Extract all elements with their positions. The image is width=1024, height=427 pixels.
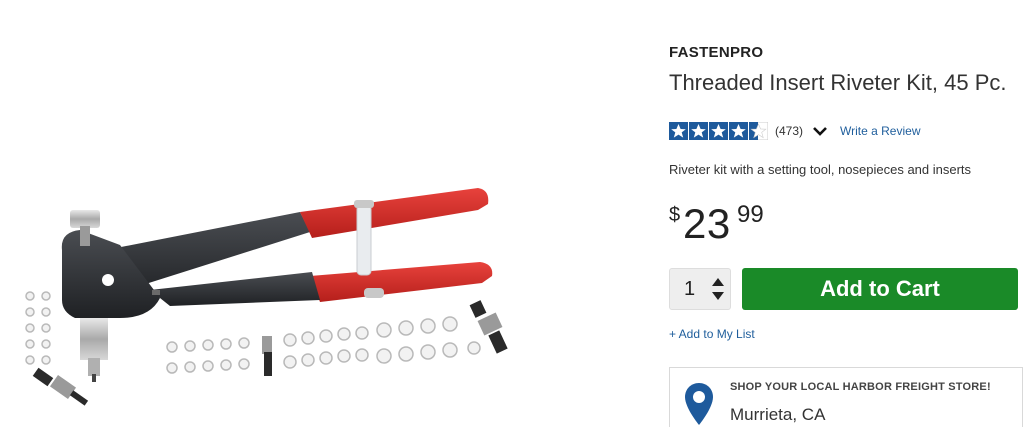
price-dollars: 23 xyxy=(683,200,731,247)
chevron-down-icon[interactable] xyxy=(812,125,828,137)
store-city[interactable]: Murrieta, CA xyxy=(730,405,825,425)
quantity-value[interactable]: 1 xyxy=(684,278,695,301)
rating-row: (473) Write a Review xyxy=(669,121,920,141)
write-review-link[interactable]: Write a Review xyxy=(840,124,920,138)
decrement-icon[interactable] xyxy=(712,292,724,300)
star-full-icon xyxy=(669,122,688,140)
price-cents: 99 xyxy=(737,201,764,228)
price-currency: $ xyxy=(669,204,681,226)
star-full-icon xyxy=(729,122,748,140)
map-pin-icon xyxy=(685,383,713,425)
product-description: Riveter kit with a setting tool, nosepie… xyxy=(669,162,972,177)
store-locator[interactable]: SHOP YOUR LOCAL HARBOR FREIGHT STORE! Mu… xyxy=(669,367,1023,427)
quantity-stepper[interactable]: 1 xyxy=(669,268,731,310)
store-heading: SHOP YOUR LOCAL HARBOR FREIGHT STORE! xyxy=(730,381,991,393)
product-info-panel: FASTENPRO Threaded Insert Riveter Kit, 4… xyxy=(669,0,1024,427)
add-to-cart-button[interactable]: Add to Cart xyxy=(742,268,1018,310)
star-half-icon xyxy=(749,122,768,140)
review-count[interactable]: (473) xyxy=(775,124,803,138)
star-full-icon xyxy=(709,122,728,140)
product-title: Threaded Insert Riveter Kit, 45 Pc. xyxy=(669,70,1007,95)
star-full-icon xyxy=(689,122,708,140)
increment-icon[interactable] xyxy=(712,278,724,286)
star-rating[interactable] xyxy=(669,122,769,140)
add-to-list-link[interactable]: + Add to My List xyxy=(669,327,755,341)
brand-name[interactable]: FASTENPRO xyxy=(669,44,763,61)
product-image[interactable] xyxy=(0,0,640,427)
riveter-kit-illustration xyxy=(25,188,508,406)
